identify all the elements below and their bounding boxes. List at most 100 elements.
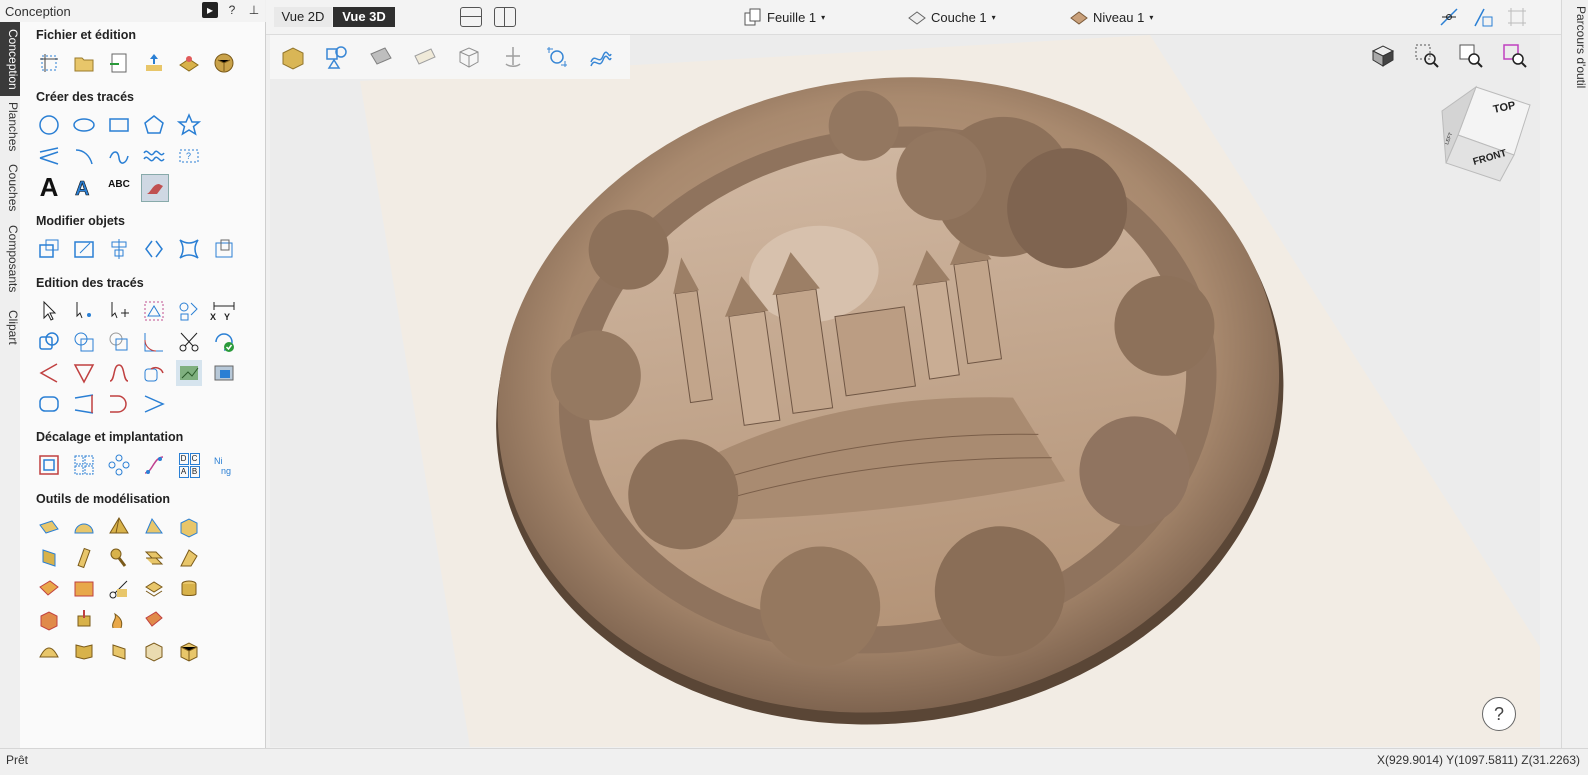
turn-profile-icon[interactable]: [71, 545, 97, 571]
open-file-icon[interactable]: [71, 50, 97, 76]
help-button[interactable]: ?: [1482, 697, 1516, 731]
tab-vue-3d[interactable]: Vue 3D: [333, 7, 395, 27]
snap-node-icon[interactable]: [1438, 6, 1460, 28]
text-outline-icon[interactable]: A: [71, 174, 97, 200]
level-dropdown[interactable]: Niveau 1 ▾: [1070, 8, 1153, 26]
snap-grid-icon[interactable]: [1506, 6, 1528, 28]
split-vertical-icon[interactable]: [494, 7, 516, 27]
import-3d-model-icon[interactable]: [211, 50, 237, 76]
scissors-icon[interactable]: [176, 329, 202, 355]
offset-corner-icon[interactable]: [141, 360, 167, 386]
subtract-icon[interactable]: [71, 329, 97, 355]
sweep-profile-icon[interactable]: [36, 545, 62, 571]
tab-parcours-outil[interactable]: Parcours d'outil: [1562, 0, 1588, 88]
texture-relief-icon[interactable]: [36, 576, 62, 602]
draw-ellipse-icon[interactable]: [71, 112, 97, 138]
draw-wave-icon[interactable]: [141, 143, 167, 169]
select-tool-icon[interactable]: [36, 298, 62, 324]
box-relief-icon[interactable]: [141, 638, 167, 664]
tab-conception[interactable]: Conception: [0, 22, 20, 96]
array-copy-icon[interactable]: [71, 452, 97, 478]
text-on-curve-icon[interactable]: ABC: [106, 174, 132, 200]
dome-shape-icon[interactable]: [71, 514, 97, 540]
view-bitmap-icon[interactable]: [368, 44, 394, 70]
3d-viewport[interactable]: TOP FRONT LEFT ?: [270, 35, 1540, 747]
measure-xy-icon[interactable]: XY: [210, 298, 237, 324]
nesting-labels-icon[interactable]: DCAB: [176, 452, 202, 478]
draw-curve-icon[interactable]: [106, 143, 132, 169]
zoom-box-icon[interactable]: [1414, 43, 1440, 69]
bitmap-view-icon[interactable]: [211, 360, 237, 386]
tilt-relief-icon[interactable]: [106, 638, 132, 664]
layer-dropdown[interactable]: Couche 1 ▾: [908, 8, 996, 26]
weld-icon[interactable]: [36, 329, 62, 355]
extrude-icon[interactable]: [176, 514, 202, 540]
import-bitmap-icon[interactable]: [141, 50, 167, 76]
import-component-icon[interactable]: [176, 50, 202, 76]
image-edit-icon[interactable]: [176, 360, 202, 386]
node-edit-icon[interactable]: [71, 298, 97, 324]
align-objects-icon[interactable]: [106, 236, 132, 262]
extrude-profile-icon[interactable]: [141, 545, 167, 571]
slice-relief-icon[interactable]: [141, 607, 167, 633]
view-cube[interactable]: TOP FRONT LEFT: [1438, 83, 1538, 185]
fit-object-icon[interactable]: [211, 236, 237, 262]
draw-polygon-icon[interactable]: [141, 112, 167, 138]
draw-bounding-box-icon[interactable]: ?: [176, 143, 202, 169]
zoom-fit-icon[interactable]: [1458, 43, 1484, 69]
collapse-panel-icon[interactable]: ▸: [202, 2, 218, 18]
interactive-shape-icon[interactable]: [141, 298, 167, 324]
sculpt-relief-icon[interactable]: [36, 638, 62, 664]
split-relief-icon[interactable]: [106, 576, 132, 602]
cube-red-icon[interactable]: [36, 607, 62, 633]
bake-relief-icon[interactable]: [176, 638, 202, 664]
view-wireframe-icon[interactable]: [456, 44, 482, 70]
pin-icon[interactable]: ⊥: [246, 2, 262, 18]
view-toolpath-preview-icon[interactable]: [588, 44, 614, 70]
import-vector-icon[interactable]: [106, 50, 132, 76]
view-toolpath-icon[interactable]: [544, 44, 570, 70]
texture-area-icon[interactable]: [71, 576, 97, 602]
trace-bitmap-icon[interactable]: [141, 174, 169, 202]
extend-path-icon[interactable]: [71, 391, 97, 417]
scale-object-icon[interactable]: [71, 236, 97, 262]
two-rail-sweep-icon[interactable]: [141, 514, 167, 540]
smudge-relief-icon[interactable]: [71, 607, 97, 633]
triangle-fillet-icon[interactable]: [71, 360, 97, 386]
nest-parts-icon[interactable]: Ni ng: [211, 452, 237, 478]
tangent-join-icon[interactable]: [141, 391, 167, 417]
draw-star-icon[interactable]: [176, 112, 202, 138]
merge-relief-icon[interactable]: [141, 576, 167, 602]
spline-icon[interactable]: [106, 360, 132, 386]
split-horizontal-icon[interactable]: [460, 7, 482, 27]
mirror-object-icon[interactable]: [141, 236, 167, 262]
fade-relief-icon[interactable]: [71, 638, 97, 664]
stack-relief-icon[interactable]: [176, 576, 202, 602]
smooth-curve-icon[interactable]: [36, 360, 62, 386]
flame-relief-icon[interactable]: [106, 607, 132, 633]
move-object-icon[interactable]: [36, 236, 62, 262]
circular-array-icon[interactable]: [106, 452, 132, 478]
close-vectors-icon[interactable]: [211, 329, 237, 355]
transform-select-icon[interactable]: [106, 298, 132, 324]
view-material-icon[interactable]: [412, 44, 438, 70]
draw-polyline-icon[interactable]: [36, 143, 62, 169]
key-shape-icon[interactable]: [106, 545, 132, 571]
shapes-group-icon[interactable]: [176, 298, 202, 324]
shading-mode-icon[interactable]: [1370, 43, 1396, 69]
distort-object-icon[interactable]: [176, 236, 202, 262]
tab-clipart[interactable]: Clipart: [0, 300, 20, 354]
view-3d-solid-icon[interactable]: [280, 44, 306, 70]
job-setup-icon[interactable]: [36, 50, 62, 76]
copy-along-path-icon[interactable]: [141, 452, 167, 478]
intersect-icon[interactable]: [106, 329, 132, 355]
snap-shape-icon[interactable]: [1472, 6, 1494, 28]
fillet-icon[interactable]: [141, 329, 167, 355]
rounded-rect-path-icon[interactable]: [36, 391, 62, 417]
join-open-icon[interactable]: [106, 391, 132, 417]
sheet-dropdown[interactable]: Feuille 1 ▾: [744, 8, 825, 26]
view-vectors-icon[interactable]: [324, 44, 350, 70]
pyramid-shape-icon[interactable]: [106, 514, 132, 540]
shape-editor-icon[interactable]: [36, 514, 62, 540]
help-icon[interactable]: ?: [224, 2, 240, 18]
